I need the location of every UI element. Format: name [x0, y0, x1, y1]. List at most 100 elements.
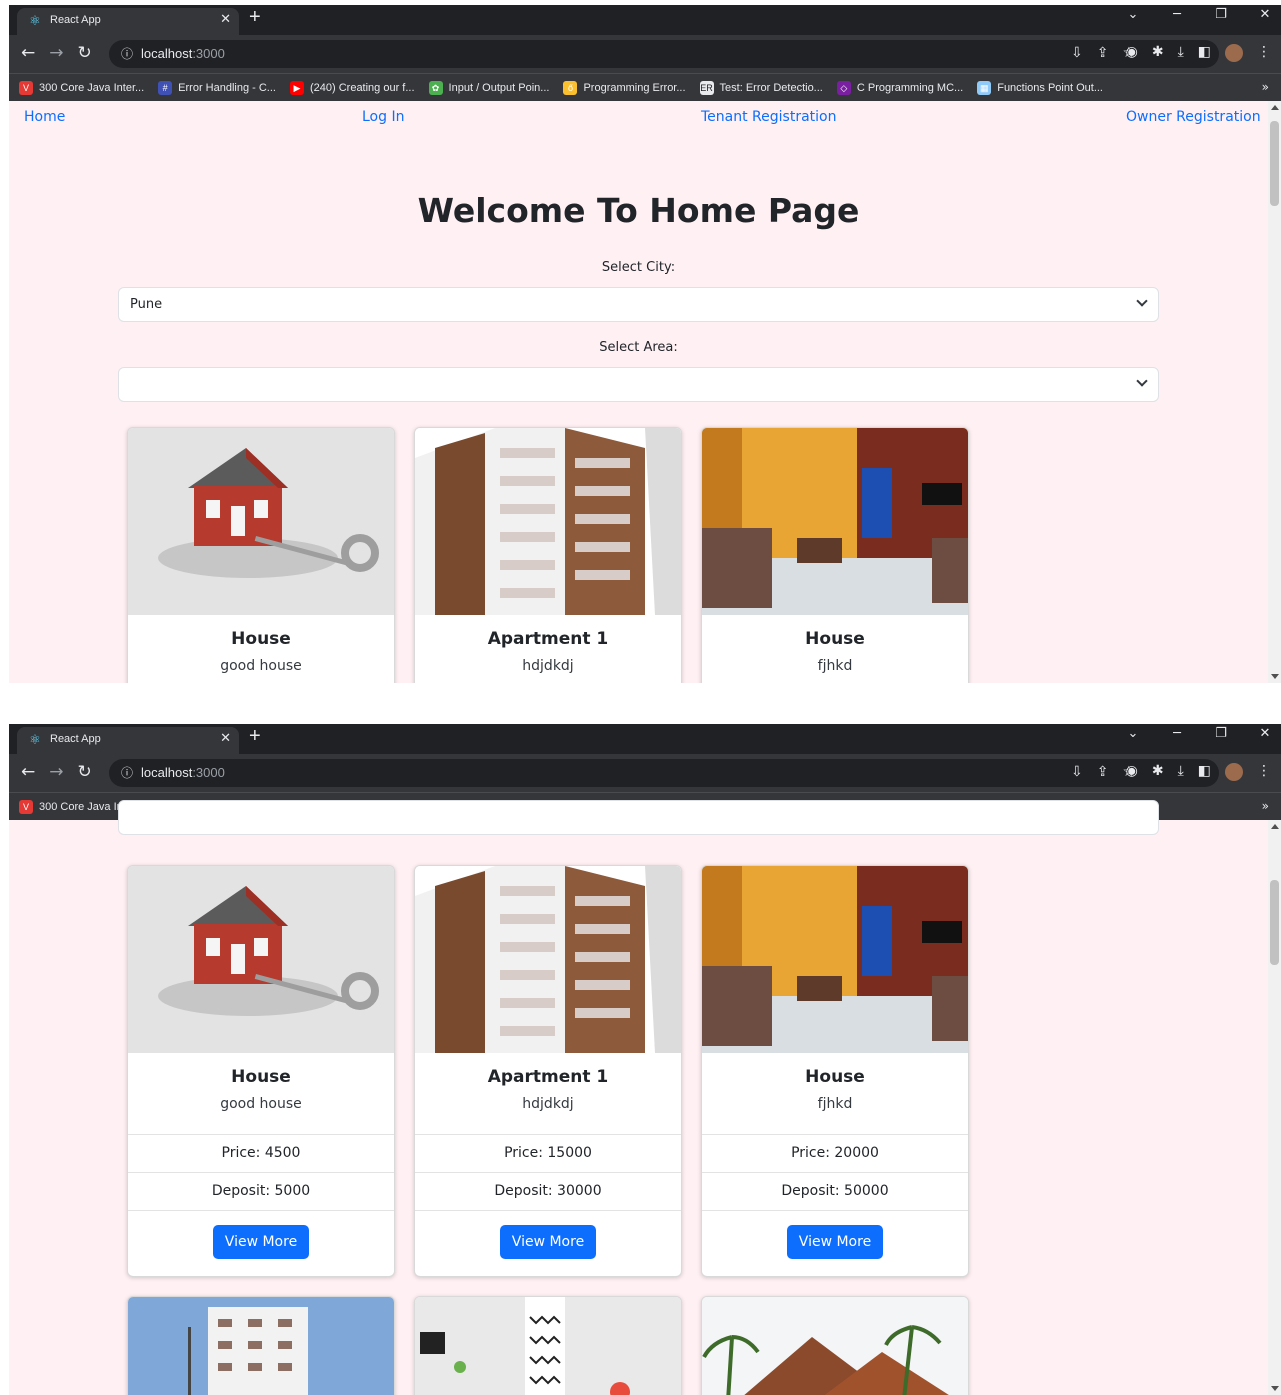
address-bar[interactable]: ⓘ localhost:3000 ⇩ ⇪ ☆	[109, 40, 1219, 68]
reload-icon[interactable]: ↻	[78, 762, 92, 782]
page-scrollbar[interactable]	[1268, 820, 1281, 1395]
bookmark-item[interactable]: V 300 Core Java Inter...	[19, 80, 144, 95]
scroll-up-icon[interactable]	[1271, 824, 1279, 829]
nav-home-link[interactable]: Home	[24, 109, 65, 125]
bookmark-label: (240) Creating our f...	[309, 81, 415, 94]
url-host: localhost	[141, 765, 193, 780]
page-scrollbar[interactable]	[1268, 101, 1281, 683]
address-bar[interactable]: ⓘ localhost:3000 ⇩ ⇪ ☆	[109, 759, 1219, 787]
view-more-button[interactable]: View More	[499, 1225, 597, 1259]
minimize-icon[interactable]: ─	[1169, 7, 1185, 22]
new-tab-icon[interactable]: +	[249, 6, 261, 29]
nav-owner-registration-link[interactable]: Owner Registration	[1126, 109, 1261, 125]
browser-tab[interactable]: ⚛ React App ✕	[17, 727, 239, 754]
info-icon[interactable]: ⓘ	[121, 45, 133, 62]
forward-icon[interactable]: →	[49, 762, 63, 782]
extensions-icon[interactable]: ✱	[1152, 44, 1164, 62]
scroll-down-icon[interactable]	[1271, 674, 1279, 679]
card-description: fjhkd	[817, 658, 853, 674]
browser-window-scrolled: ⚛ React App ✕ + ⌄ ─ ❐ ✕ ← → ↻ ⓘ localhos…	[9, 724, 1281, 1395]
install-icon[interactable]: ⇩	[1071, 45, 1083, 61]
more-bookmarks-icon[interactable]: »	[1262, 80, 1269, 94]
nav-tenant-registration-link[interactable]: Tenant Registration	[701, 109, 836, 125]
extension-g-icon[interactable]: ◉	[1126, 44, 1138, 62]
page-title: Welcome To Home Page	[417, 191, 860, 230]
menu-icon[interactable]: ⋮	[1257, 763, 1271, 781]
area-select[interactable]	[118, 800, 1159, 835]
browser-toolbar: ← → ↻ ⓘ localhost:3000 ⇩ ⇪ ☆ ◉ ✱ ⤓ ◧ ⋮	[9, 35, 1281, 73]
card-footer: View More	[128, 1211, 394, 1276]
bookmark-item[interactable]: # Error Handling - C...	[158, 80, 276, 95]
install-icon[interactable]: ⇩	[1071, 764, 1083, 780]
card-title: House	[231, 629, 291, 649]
close-window-icon[interactable]: ✕	[1257, 7, 1273, 22]
close-icon[interactable]: ✕	[220, 12, 231, 27]
card-deposit: Deposit: 5000	[128, 1173, 394, 1211]
menu-icon[interactable]: ⋮	[1257, 44, 1271, 62]
view-more-button[interactable]: View More	[786, 1225, 884, 1259]
city-select[interactable]: Pune	[118, 287, 1159, 322]
bookmark-item[interactable]: ✿ Input / Output Poin...	[428, 80, 549, 95]
listing-card: Apartment 1 hdjdkdj	[414, 427, 682, 683]
card-title: Apartment 1	[487, 1067, 609, 1087]
card-description: good house	[220, 658, 302, 674]
download-icon[interactable]: ⤓	[1178, 44, 1184, 62]
reload-icon[interactable]: ↻	[78, 43, 92, 63]
url-host: localhost	[141, 46, 193, 61]
close-icon[interactable]: ✕	[220, 731, 231, 746]
side-panel-icon[interactable]: ◧	[1198, 44, 1211, 62]
view-more-button[interactable]: View More	[212, 1225, 310, 1259]
bookmark-item[interactable]: ◇ C Programming MC...	[836, 80, 963, 95]
back-icon[interactable]: ←	[21, 43, 35, 63]
back-icon[interactable]: ←	[21, 762, 35, 782]
new-tab-icon[interactable]: +	[249, 725, 261, 748]
building-photo	[128, 1297, 394, 1395]
card-image	[415, 866, 681, 1053]
tab-search-icon[interactable]: ⌄	[1125, 7, 1141, 22]
close-window-icon[interactable]: ✕	[1257, 726, 1273, 741]
card-body: House fjhkd	[702, 1053, 968, 1135]
browser-window-top: ⚛ React App ✕ + ⌄ ─ ❐ ✕ ← → ↻ ⓘ localhos…	[9, 5, 1281, 683]
tab-search-icon[interactable]: ⌄	[1125, 726, 1141, 741]
card-footer: View More	[702, 1211, 968, 1276]
profile-avatar[interactable]	[1225, 44, 1243, 62]
restore-icon[interactable]: ❐	[1213, 7, 1229, 22]
restore-icon[interactable]: ❐	[1213, 726, 1229, 741]
card-title: House	[805, 1067, 865, 1087]
scroll-down-icon[interactable]	[1271, 1386, 1279, 1391]
forward-icon[interactable]: →	[49, 43, 63, 63]
info-icon[interactable]: ⓘ	[121, 764, 133, 781]
bookmark-label: Error Handling - C...	[178, 81, 276, 94]
card-image	[128, 428, 394, 615]
bookmark-item[interactable]: ő Programming Error...	[563, 80, 686, 95]
bookmark-item[interactable]: ER Test: Error Detectio...	[699, 80, 823, 95]
browser-tab[interactable]: ⚛ React App ✕	[17, 8, 239, 35]
bookmark-favicon-icon: V	[19, 80, 33, 95]
extension-g-icon[interactable]: ◉	[1126, 763, 1138, 781]
scroll-thumb[interactable]	[1270, 121, 1279, 206]
card-body: Apartment 1 hdjdkdj	[415, 1053, 681, 1135]
bookmark-item[interactable]: ▦ Functions Point Out...	[977, 80, 1103, 95]
share-icon[interactable]: ⇪	[1097, 764, 1109, 780]
profile-avatar[interactable]	[1225, 763, 1243, 781]
bookmark-favicon-icon: ✿	[428, 80, 443, 95]
nav-login-link[interactable]: Log In	[362, 109, 404, 125]
scroll-thumb[interactable]	[1270, 880, 1279, 965]
share-icon[interactable]: ⇪	[1097, 45, 1109, 61]
bookmark-item[interactable]: ▶ (240) Creating our f...	[289, 80, 415, 95]
minimize-icon[interactable]: ─	[1169, 726, 1185, 741]
scroll-up-icon[interactable]	[1271, 105, 1279, 110]
tab-strip: ⚛ React App ✕ + ⌄ ─ ❐ ✕	[9, 5, 1281, 35]
react-icon: ⚛	[29, 733, 41, 748]
area-select[interactable]	[118, 367, 1159, 402]
side-panel-icon[interactable]: ◧	[1198, 763, 1211, 781]
listing-card: House fjhkd Price: 20000 Deposit: 50000 View…	[701, 865, 969, 1277]
card-price: Price: 4500	[128, 1135, 394, 1173]
more-bookmarks-icon[interactable]: »	[1262, 799, 1269, 813]
bookmark-favicon-icon: ▦	[977, 80, 992, 95]
card-description: good house	[220, 1096, 302, 1112]
url-port: :3000	[192, 46, 225, 61]
extensions-icon[interactable]: ✱	[1152, 763, 1164, 781]
download-icon[interactable]: ⤓	[1178, 763, 1184, 781]
bookmark-favicon-icon: ő	[563, 80, 578, 95]
